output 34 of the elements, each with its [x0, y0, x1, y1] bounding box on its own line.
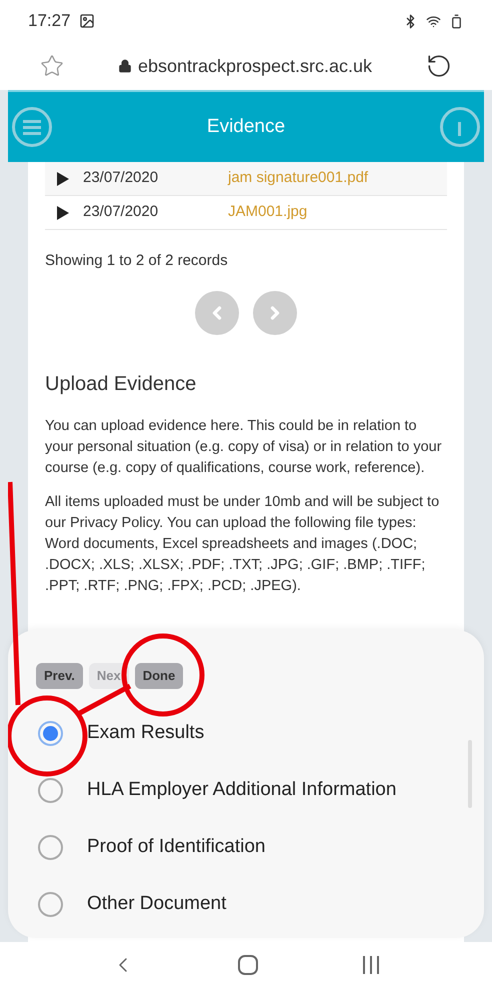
reload-icon[interactable]: [426, 53, 452, 79]
previous-page-button[interactable]: [195, 290, 239, 334]
option-label: Proof of Identification: [87, 835, 266, 860]
picker-nav-button[interactable]: Prev.: [36, 663, 83, 689]
expand-arrow-icon[interactable]: [57, 172, 69, 186]
record-date: 23/07/2020: [83, 168, 160, 188]
next-page-button[interactable]: [253, 290, 297, 334]
gallery-icon: [78, 13, 95, 29]
upload-heading: Upload Evidence: [45, 372, 198, 396]
radio-button[interactable]: [38, 892, 63, 917]
lock-icon: [118, 59, 132, 73]
url-text[interactable]: ebsontrackprospect.src.ac.uk: [138, 52, 372, 80]
upload-paragraph: Word documents, Excel spreadsheets and images (.DOC; .DOCX; .XLS; .XLSX; .PDF; .TXT; .JPG; .GIF; .BMP; .TIFF; .PPT; .RTF; .PNG; .FPX; .PCD; .JPEG).: [45, 534, 426, 596]
home-icon[interactable]: [238, 955, 258, 975]
picker-nav-button[interactable]: Done: [134, 663, 184, 689]
radio-button[interactable]: [38, 721, 63, 746]
record-date: 23/07/2020: [83, 202, 160, 222]
header-title: Evidence: [206, 114, 286, 139]
menu-button[interactable]: [12, 107, 52, 147]
battery-icon: [449, 14, 464, 28]
option-label: Exam Results: [87, 721, 204, 746]
recents-icon[interactable]: [360, 956, 381, 974]
star-icon[interactable]: [40, 54, 64, 78]
records-summary: Showing 1 to 2 of 2 records: [45, 251, 229, 271]
info-button[interactable]: [440, 107, 480, 147]
wifi-icon: [426, 14, 441, 28]
radio-button[interactable]: [38, 778, 63, 803]
upload-paragraph: All items uploaded must be under 10mb and will be subject to our Privacy Policy. You can upload the following file types:: [45, 492, 440, 532]
expand-arrow-icon[interactable]: [57, 206, 69, 220]
radio-button[interactable]: [38, 835, 63, 860]
status-time: 17:27: [28, 10, 71, 32]
option-label: HLA Employer Additional Information: [87, 778, 396, 802]
option-label: Other Document: [87, 892, 226, 916]
upload-paragraph: You can upload evidence here. This could be in relation to your personal situation (e.g. copy of visa) or in relation to your course (e.g. copy of qualifications, course work, reference).: [45, 416, 443, 478]
